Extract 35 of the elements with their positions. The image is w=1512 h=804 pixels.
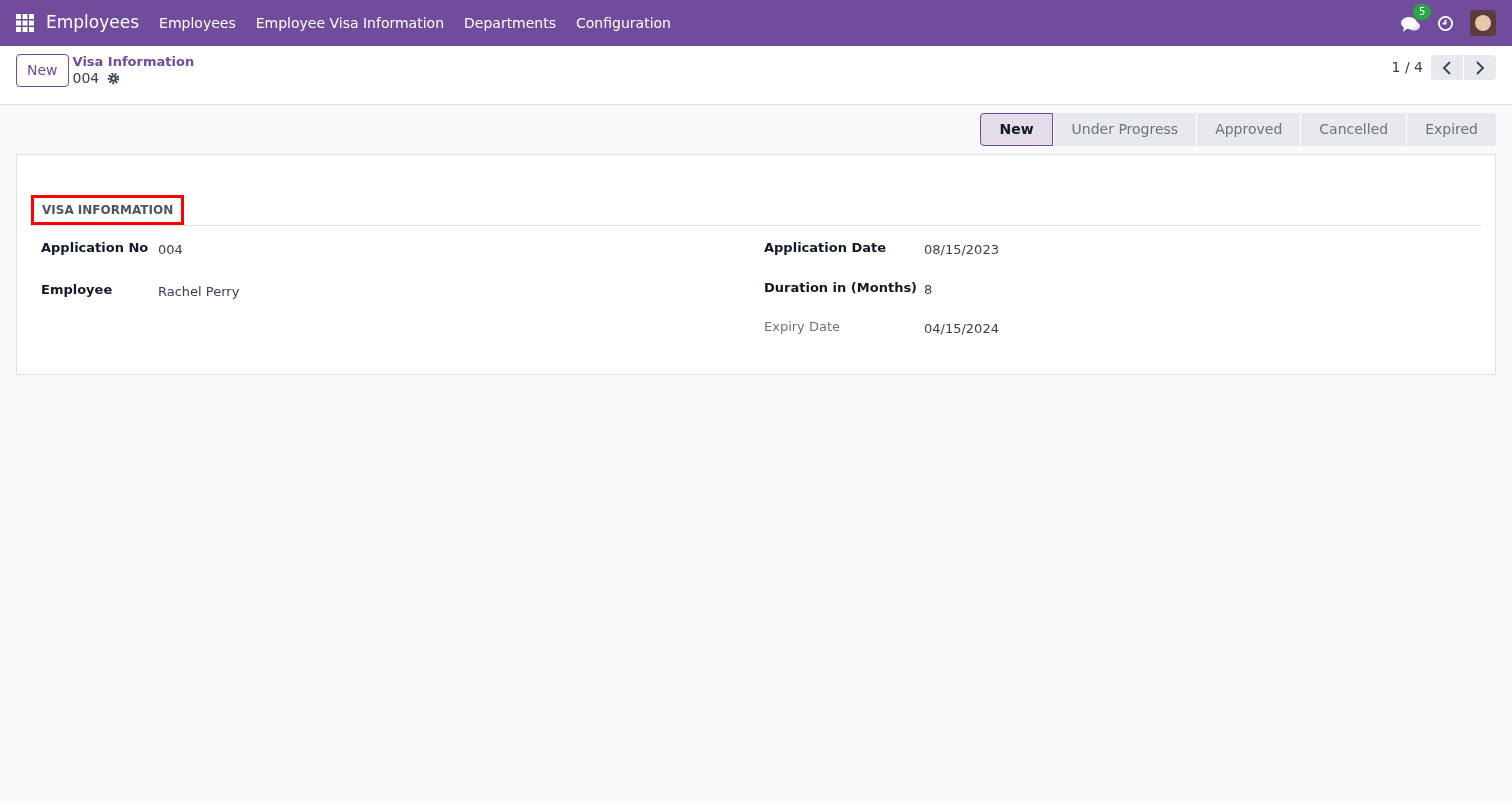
status-step[interactable]: Expired xyxy=(1406,113,1496,146)
breadcrumb-link[interactable]: Visa Information xyxy=(72,54,195,70)
field-value: 004 xyxy=(158,241,183,259)
chevron-left-icon xyxy=(1442,60,1452,75)
field-value: 8 xyxy=(924,280,933,299)
menu-item[interactable]: Configuration xyxy=(576,12,671,34)
chevron-right-icon xyxy=(1475,60,1485,75)
field-value: 04/15/2024 xyxy=(924,320,999,338)
field-label: Application No xyxy=(41,239,150,257)
record-name: 004 xyxy=(72,70,100,86)
menu-item[interactable]: Employee Visa Information xyxy=(255,12,444,34)
menu-item[interactable]: Departments xyxy=(464,12,557,34)
section-title: VISA INFORMATION xyxy=(31,195,185,225)
field-value: 08/15/2023 xyxy=(924,241,999,259)
message-count-badge: 5 xyxy=(1413,4,1432,20)
new-button[interactable]: New xyxy=(16,54,69,87)
menu-item[interactable]: Employees xyxy=(159,12,236,34)
previous-button[interactable] xyxy=(1431,55,1463,80)
apps-grid-icon[interactable] xyxy=(16,14,34,32)
gear-icon[interactable] xyxy=(107,71,121,85)
field-label: Employee xyxy=(41,280,114,299)
field-label: Expiry Date xyxy=(764,318,841,336)
field-label: Duration in (Months) xyxy=(764,278,919,297)
chat-icon[interactable] xyxy=(1401,16,1421,34)
status-step[interactable]: New xyxy=(980,113,1053,146)
clock-icon[interactable] xyxy=(1437,14,1454,32)
status-step[interactable]: Under Progress xyxy=(1052,113,1197,146)
user-avatar[interactable] xyxy=(1470,10,1496,36)
app-name[interactable]: Employees xyxy=(46,10,140,36)
next-button[interactable] xyxy=(1464,55,1496,80)
pager-text: 1 / 4 xyxy=(1391,58,1423,77)
status-step[interactable]: Approved xyxy=(1196,113,1301,146)
field-label: Application Date xyxy=(764,239,888,257)
field-value: Rachel Perry xyxy=(158,282,240,301)
status-step[interactable]: Cancelled xyxy=(1300,113,1407,146)
